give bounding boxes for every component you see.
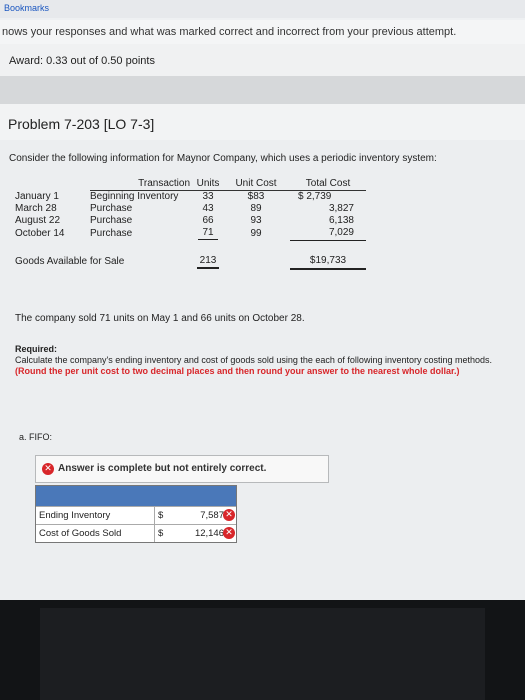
goods-available-total: $19,733 — [290, 254, 366, 270]
row-transaction: Purchase — [90, 227, 133, 239]
row-units: 43 — [202, 203, 214, 214]
row-units: 66 — [202, 215, 214, 226]
row-date: August 22 — [15, 215, 61, 226]
row-unit-cost: 99 — [250, 227, 262, 239]
table-row: March 28 Purchase 43 89 3,827 — [15, 203, 366, 215]
row-unit-cost: $83 — [247, 191, 265, 202]
row-date: October 14 — [15, 227, 65, 239]
row-units: 71 — [198, 227, 218, 240]
problem-header: Problem 7-203 [LO 7-3] — [0, 104, 525, 140]
award-panel: Award: 0.33 out of 0.50 points — [0, 44, 525, 76]
ending-inventory-label: Ending Inventory — [39, 510, 111, 521]
currency-symbol: $ — [158, 510, 164, 521]
row-date: January 1 — [15, 190, 59, 202]
currency-symbol: $ — [158, 528, 164, 539]
x-circle-icon: ✕ — [42, 463, 54, 475]
answer-status-box: ✕ Answer is complete but not entirely co… — [35, 455, 329, 483]
bookmarks-bar: Bookmarks — [0, 0, 525, 18]
header-units: Units — [194, 178, 222, 191]
row-transaction: Beginning Inventory — [90, 191, 179, 202]
row-date: March 28 — [15, 203, 57, 214]
table-row: Cost of Goods Sold $ 12,146 ✕ — [36, 524, 236, 542]
answer-table-header — [36, 486, 236, 506]
ending-inventory-value[interactable]: 7,587 — [182, 510, 224, 521]
row-unit-cost: 93 — [250, 215, 262, 226]
row-total-cost: 6,138 — [328, 215, 354, 226]
part-a-label: a. FIFO: — [19, 432, 53, 442]
table-row: January 1 Beginning Inventory 33 $83 $ 2… — [15, 191, 366, 204]
table-row: Ending Inventory $ 7,587 ✕ — [36, 506, 236, 524]
required-instructions: Required: Calculate the company's ending… — [15, 344, 515, 377]
x-circle-icon: ✕ — [223, 527, 235, 539]
dark-footer-area — [0, 600, 525, 700]
x-circle-icon: ✕ — [223, 509, 235, 521]
required-text: Calculate the company's ending inventory… — [15, 355, 493, 365]
table-row: October 14 Purchase 71 99 7,029 — [15, 227, 366, 241]
answer-status-text: Answer is complete but not entirely corr… — [58, 463, 267, 474]
problem-title: Problem 7-203 [LO 7-3] — [8, 116, 155, 132]
header-unit-cost: Unit Cost — [222, 178, 290, 191]
cogs-value[interactable]: 12,146 — [182, 528, 224, 539]
row-transaction: Purchase — [90, 203, 133, 214]
header-total-cost: Total Cost — [290, 178, 366, 191]
row-total-cost: $ 2,739 — [298, 191, 332, 202]
required-label: Required: — [15, 344, 58, 354]
inventory-header-row: Transaction Units Unit Cost Total Cost — [15, 178, 366, 191]
row-transaction: Purchase — [90, 215, 133, 226]
units-sold-text: The company sold 71 units on May 1 and 6… — [15, 313, 305, 324]
row-total-cost: 3,827 — [328, 203, 354, 214]
rounding-instruction: (Round the per unit cost to two decimal … — [15, 366, 460, 376]
inventory-table: Transaction Units Unit Cost Total Cost J… — [15, 178, 366, 270]
goods-available-label: Goods Available for Sale — [15, 255, 125, 267]
attempt-notice: nows your responses and what was marked … — [0, 20, 525, 44]
attempt-notice-text: nows your responses and what was marked … — [2, 26, 457, 38]
dark-panel — [40, 608, 485, 700]
bookmarks-link[interactable]: Bookmarks — [4, 3, 49, 13]
table-row: August 22 Purchase 66 93 6,138 — [15, 215, 366, 227]
answer-table: Ending Inventory $ 7,587 ✕ Cost of Goods… — [35, 485, 237, 543]
header-transaction: Transaction — [90, 178, 194, 191]
row-total-cost: 7,029 — [290, 227, 366, 241]
goods-available-units: 213 — [197, 255, 219, 269]
award-text: Award: 0.33 out of 0.50 points — [9, 55, 155, 67]
problem-intro: Consider the following information for M… — [9, 153, 437, 164]
cogs-label: Cost of Goods Sold — [39, 528, 122, 539]
row-units: 33 — [202, 191, 214, 202]
row-unit-cost: 89 — [250, 203, 262, 214]
goods-available-row: Goods Available for Sale 213 $19,733 — [15, 254, 366, 270]
section-divider — [0, 76, 525, 104]
